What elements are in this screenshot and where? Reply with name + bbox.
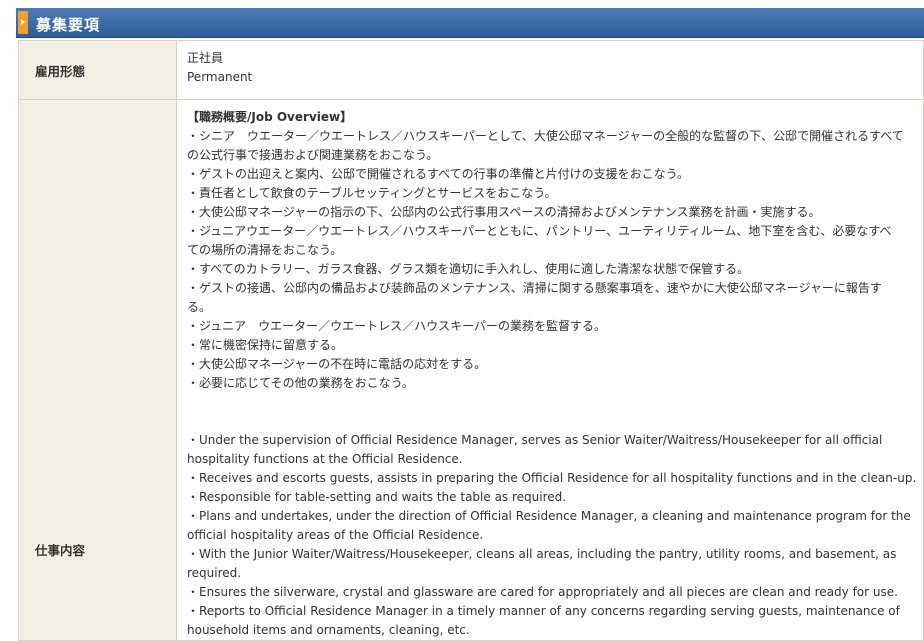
duty-line: ・Under the supervision of Official Resid… [187,433,883,447]
duty-line: ・With the Junior Waiter/Waitress/Houseke… [187,547,897,561]
job-overview-heading: 【職務概要/Job Overview】 [187,110,353,124]
duties-label: 仕事内容 [35,543,86,558]
employment-type-en: Permanent [187,70,253,84]
duty-line: required. [187,566,242,580]
duty-line: ・Ensures the silverware, crystal and gla… [187,585,898,599]
duties-en-list: ・Under the supervision of Official Resid… [187,431,923,640]
duty-line: ・すべてのカトラリー、ガラス食器、グラス類を適切に手入れし、使用に適した清潔な状… [187,262,750,276]
duty-line: ・ゲストの接遇、公邸内の備品および装飾品のメンテナンス、清掃に関する懸案事項を、… [187,281,882,295]
duties-value: 【職務概要/Job Overview】 ・シニア ウエーター／ウエートレス／ハウ… [176,99,924,641]
employment-type-ja: 正社員 [187,51,224,65]
table-row-employment: 雇用形態 正社員 Permanent [18,40,924,100]
duty-line: ・Receives and escorts guests, assists in… [187,471,917,485]
duties-label-cell: 仕事内容 [18,99,177,641]
duty-line: ・ジュニア ウエーター／ウエートレス／ハウスキーパーの業務を監督する。 [187,319,607,333]
section-header: 募集要項 [16,8,924,38]
duty-line: ての場所の清掃をおこなう。 [187,243,343,257]
duties-ja-list: ・シニア ウエーター／ウエートレス／ハウスキーパーとして、大使公邸マネージャーの… [187,127,923,393]
employment-label: 雇用形態 [18,40,177,100]
duty-line: ・ジュニアウエーター／ウエートレス／ハウスキーパーとともに、パントリー、ユーティ… [187,224,892,238]
duty-line: ・必要に応じてその他の業務をおこなう。 [187,376,414,390]
duty-line: ・責任者として飲食のテーブルセッティングとサービスをおこなう。 [187,186,557,200]
duty-line: ・ゲストの出迎えと案内、公邸で開催されるすべての行事の準備と片付けの支援をおこな… [187,167,689,181]
duty-line: household items and ornaments, cleaning,… [187,623,470,637]
duty-line: ・常に機密保持に留意する。 [187,338,344,352]
recruitment-table: 雇用形態 正社員 Permanent 仕事内容 【職務概要/Job Overvi… [18,40,924,641]
table-row-duties: 仕事内容 【職務概要/Job Overview】 ・シニア ウエーター／ウエート… [18,99,924,641]
duty-line: の公式行事で接遇および関連業務をおこなう。 [187,148,439,162]
header-arrow-icon [18,11,28,34]
employment-value: 正社員 Permanent [176,40,924,100]
duty-line: official hospitality areas of the Offici… [187,528,484,542]
section-title: 募集要項 [36,16,101,34]
duty-line: ・シニア ウエーター／ウエートレス／ハウスキーパーとして、大使公邸マネージャーの… [187,129,904,143]
recruitment-panel: 募集要項 雇用形態 正社員 Permanent 仕事内容 【職務概要/Job O… [16,8,924,641]
duty-line: ・大使公邸マネージャーの指示の下、公邸内の公式行事用スペースの清掃およびメンテナ… [187,205,821,219]
duty-line: ・Responsible for table-setting and waits… [187,490,567,504]
duty-line: ・大使公邸マネージャーの不在時に電話の応対をする。 [187,357,487,371]
duty-line: る。 [187,300,212,314]
duty-line: hospitality functions at the Official Re… [187,452,463,466]
duty-line: ・Plans and undertakes, under the directi… [187,509,911,523]
